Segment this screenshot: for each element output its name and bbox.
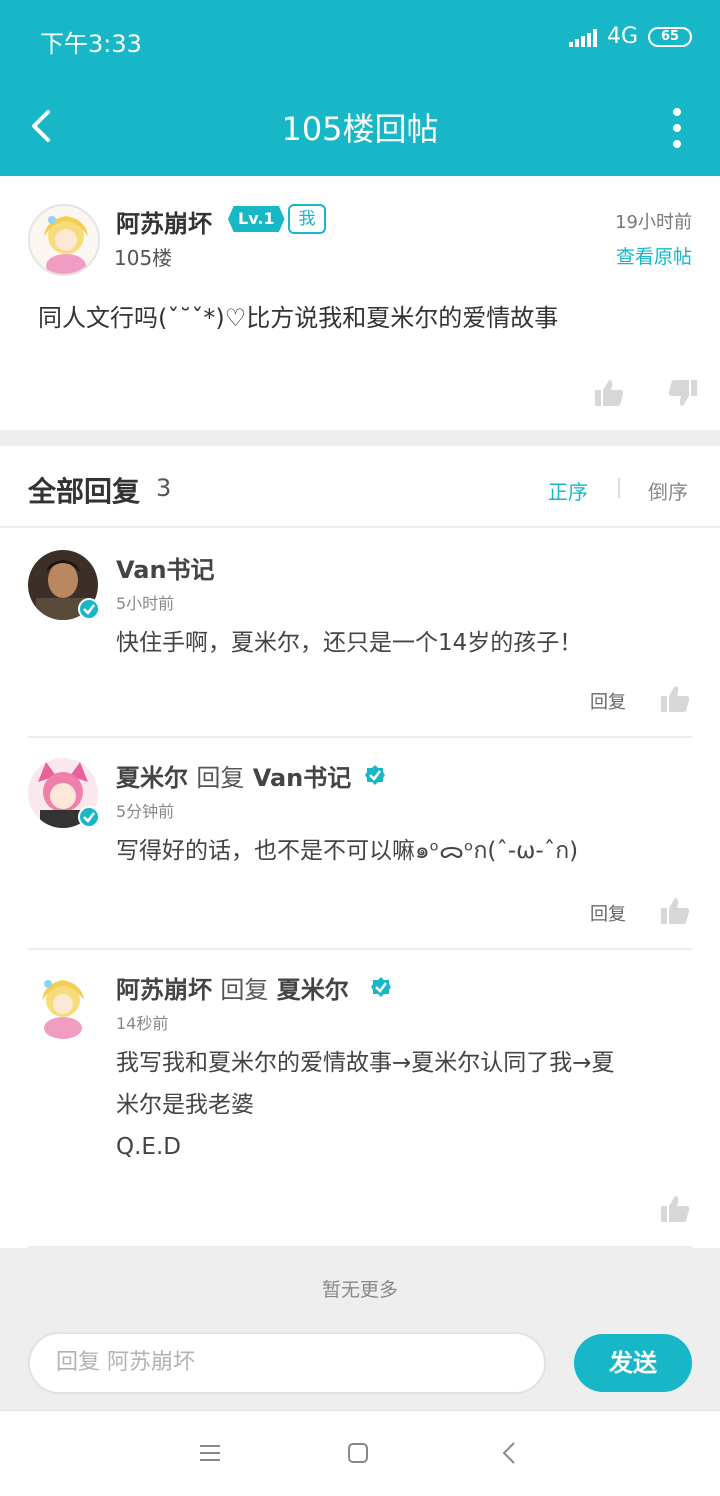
reply-text-line: 我写我和夏米尔的爱情故事→夏米尔认同了我→夏 [116,1050,615,1076]
post-content: 同人文行吗(ˇ˘ˇ*)♡比方说我和夏米尔的爱情故事 [38,304,559,332]
user-avatar[interactable] [28,970,98,1040]
reply-time: 14秒前 [116,1014,169,1033]
reply-author[interactable]: Van书记 [116,550,215,585]
reply-input-bar: 回复 阿苏崩坏 发送 [0,1318,720,1410]
no-more-label: 暂无更多 [0,1248,720,1318]
send-button[interactable]: 发送 [574,1334,692,1392]
status-indicators: 4G 65 [568,24,692,49]
verified-badge-icon [78,598,100,620]
reply-author-line: 阿苏崩坏 回复 夏米尔 [116,970,349,1005]
thumbs-down-icon[interactable] [668,378,698,408]
me-badge: 我 [288,204,326,234]
battery-icon: 65 [648,26,692,47]
reply-item: 阿苏崩坏 回复 夏米尔 14秒前 我写我和夏米尔的爱情故事→夏米尔认同了我→夏 … [0,950,720,1248]
top-navbar: 105楼回帖 [0,80,720,176]
more-dot-icon [673,124,681,132]
verified-badge-icon [365,765,385,785]
reply-button[interactable]: 回复 [590,688,626,714]
thumbs-up-icon[interactable] [660,1194,690,1224]
verified-badge-icon [78,806,100,828]
reply-count: 3 [156,474,172,502]
home-icon[interactable] [346,1441,370,1465]
reply-author[interactable]: 夏米尔 [116,764,188,792]
reply-time: 5分钟前 [116,802,175,821]
author-avatar[interactable] [28,204,100,276]
network-type: 4G [606,24,638,49]
status-bar: 下午3:33 4G 65 [0,0,720,80]
reply-item: Van书记 5小时前 快住手啊，夏米尔，还只是一个14岁的孩子！ 回复 [0,530,720,738]
reply-button[interactable]: 回复 [590,900,626,926]
reply-text-line: Q.E.D [116,1134,181,1160]
section-divider [0,430,720,446]
back-nav-icon[interactable] [498,1439,522,1467]
reply-to-word: 回复 [196,764,245,792]
original-post: 阿苏崩坏 Lv.1 我 105楼 19小时前 查看原帖 同人文行吗(ˇ˘ˇ*)♡… [0,176,720,430]
reply-input[interactable]: 回复 阿苏崩坏 [28,1332,546,1394]
thumbs-up-icon[interactable] [594,378,624,408]
menu-icon[interactable] [198,1441,222,1465]
sort-ascending-button[interactable]: 正序 [548,476,588,505]
verified-badge-icon [371,977,391,997]
sort-separator [618,478,620,498]
floor-number: 105楼 [114,246,173,270]
more-options-button[interactable] [670,108,684,148]
reply-item: 夏米尔 回复 Van书记 5分钟前 写得好的话，也不是不可以嘛๑ᵒᯅᵒก(ˆ-ω… [0,738,720,950]
replies-header: 全部回复 3 正序 倒序 [0,446,720,528]
reply-to-word: 回复 [220,976,269,1004]
post-time: 19小时前 [615,212,692,233]
more-dot-icon [673,108,681,116]
author-name[interactable]: 阿苏崩坏 [116,204,212,239]
system-nav-bar [0,1410,720,1496]
reply-author-line: 夏米尔 回复 Van书记 [116,758,351,793]
view-original-link[interactable]: 查看原帖 [616,242,692,269]
reply-text: 写得好的话，也不是不可以嘛๑ᵒᯅᵒก(ˆ-ω-ˆก) [116,838,579,864]
reply-text: 我写我和夏米尔的爱情故事→夏米尔认同了我→夏 米尔是我老婆 Q.E.D [116,1042,696,1168]
reply-time: 5小时前 [116,594,175,613]
more-dot-icon [673,140,681,148]
thumbs-up-icon[interactable] [660,684,690,714]
all-replies-label: 全部回复 [28,475,141,508]
status-time: 下午3:33 [40,30,142,58]
reply-target[interactable]: Van书记 [253,764,352,792]
sort-descending-button[interactable]: 倒序 [648,476,688,505]
level-badge: Lv.1 [228,206,285,232]
reply-author[interactable]: 阿苏崩坏 [116,976,212,1004]
signal-icon [568,27,597,47]
reply-target[interactable]: 夏米尔 [277,976,349,1004]
reply-text: 快住手啊，夏米尔，还只是一个14岁的孩子！ [116,630,583,656]
thumbs-up-icon[interactable] [660,896,690,926]
reply-text-line: 米尔是我老婆 [116,1092,254,1118]
page-title: 105楼回帖 [281,110,439,148]
